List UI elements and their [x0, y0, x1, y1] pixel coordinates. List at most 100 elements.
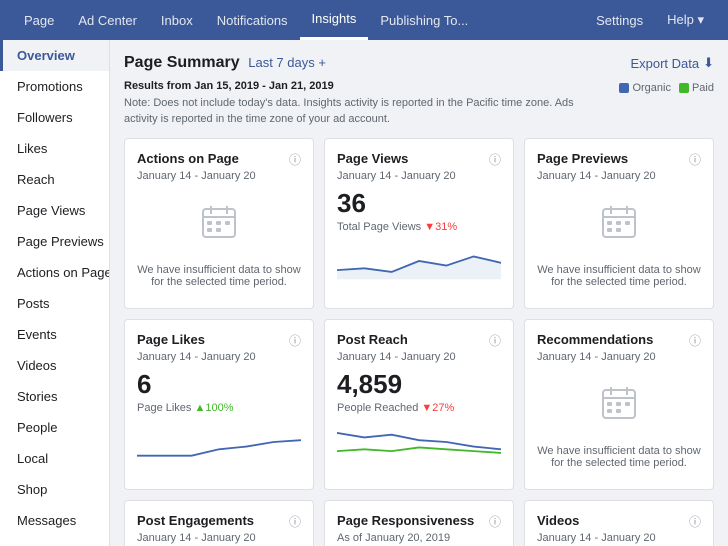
paid-label: Paid	[692, 80, 714, 97]
nav-insights[interactable]: Insights	[300, 0, 369, 40]
paid-dot	[679, 83, 689, 93]
summary-title: Page Summary Last 7 days +	[124, 54, 326, 72]
sidebar-item-promotions[interactable]: Promotions	[0, 71, 109, 102]
metric-date: January 14 - January 20	[137, 351, 301, 363]
sidebar-item-followers[interactable]: Followers	[0, 102, 109, 133]
sidebar: Overview Promotions Followers Likes Reac…	[0, 40, 110, 546]
metric-date: January 14 - January 20	[137, 532, 301, 544]
legend-organic: Organic	[619, 80, 671, 97]
note-text: Results from Jan 15, 2019 - Jan 21, 2019…	[124, 78, 609, 128]
metric-card-post-engagements: Post Engagements ⓘ January 14 - January …	[124, 500, 314, 546]
sidebar-item-posts[interactable]: Posts	[0, 288, 109, 319]
metric-header: Actions on Page ⓘ	[137, 151, 301, 168]
sidebar-item-page-views[interactable]: Page Views	[0, 195, 109, 226]
page-likes-chart	[137, 422, 301, 462]
main-content: Page Summary Last 7 days + Export Data ⬇…	[110, 40, 728, 546]
sidebar-item-page-previews[interactable]: Page Previews	[0, 226, 109, 257]
info-icon[interactable]: ⓘ	[689, 513, 701, 530]
metric-header: Recommendations ⓘ	[537, 332, 701, 349]
nav-help[interactable]: Help ▾	[655, 0, 716, 40]
sidebar-item-videos[interactable]: Videos	[0, 350, 109, 381]
info-icon[interactable]: ⓘ	[289, 332, 301, 349]
legend: Organic Paid	[619, 80, 714, 97]
sidebar-item-likes[interactable]: Likes	[0, 133, 109, 164]
metric-card-page-views: Page Views ⓘ January 14 - January 20 36 …	[324, 138, 514, 309]
metric-header: Page Previews ⓘ	[537, 151, 701, 168]
metric-date: January 14 - January 20	[337, 351, 501, 363]
metric-date: January 14 - January 20	[537, 351, 701, 363]
info-icon[interactable]: ⓘ	[289, 513, 301, 530]
info-icon[interactable]: ⓘ	[489, 513, 501, 530]
download-icon: ⬇	[703, 55, 714, 71]
sidebar-item-overview[interactable]: Overview	[0, 40, 109, 71]
metric-title: Recommendations	[537, 332, 653, 347]
legend-paid: Paid	[679, 80, 714, 97]
main-layout: Overview Promotions Followers Likes Reac…	[0, 40, 728, 546]
top-nav: Page Ad Center Inbox Notifications Insig…	[0, 0, 728, 40]
metric-title: Page Previews	[537, 151, 628, 166]
metric-value: 4,859	[337, 369, 501, 400]
sidebar-item-reach[interactable]: Reach	[0, 164, 109, 195]
metric-title: Page Views	[337, 151, 408, 166]
metric-date: January 14 - January 20	[337, 170, 501, 182]
organic-dot	[619, 83, 629, 93]
metric-header: Page Views ⓘ	[337, 151, 501, 168]
metric-title: Videos	[537, 513, 579, 528]
nav-notifications[interactable]: Notifications	[205, 0, 300, 40]
info-icon[interactable]: ⓘ	[689, 332, 701, 349]
export-data-button[interactable]: Export Data ⬇	[630, 55, 714, 71]
info-icon[interactable]: ⓘ	[489, 332, 501, 349]
metric-header: Videos ⓘ	[537, 513, 701, 530]
nav-page[interactable]: Page	[12, 0, 66, 40]
calendar-icon	[601, 385, 637, 421]
metric-card-page-previews: Page Previews ⓘ January 14 - January 20	[524, 138, 714, 309]
post-reach-chart	[337, 422, 501, 462]
metric-title: Post Reach	[337, 332, 408, 347]
info-icon[interactable]: ⓘ	[289, 151, 301, 168]
metric-sub-label: People Reached ▼27%	[337, 402, 501, 414]
metric-card-videos: Videos ⓘ January 14 - January 20 131 Tot…	[524, 500, 714, 546]
insufficient-block: We have insufficient data to show for th…	[137, 188, 301, 296]
sidebar-item-shop[interactable]: Shop	[0, 474, 109, 505]
sidebar-item-stories[interactable]: Stories	[0, 381, 109, 412]
nav-settings[interactable]: Settings	[584, 0, 655, 40]
sidebar-item-events[interactable]: Events	[0, 319, 109, 350]
date-range-selector[interactable]: Last 7 days +	[248, 55, 326, 70]
metric-header: Post Engagements ⓘ	[137, 513, 301, 530]
sidebar-item-actions-on-page[interactable]: Actions on Page	[0, 257, 109, 288]
metric-date: January 14 - January 20	[537, 170, 701, 182]
metric-card-page-responsiveness: Page Responsiveness ⓘ As of January 20, …	[324, 500, 514, 546]
insufficient-block: We have insufficient data to show for th…	[537, 188, 701, 296]
metric-title: Post Engagements	[137, 513, 254, 528]
metric-title: Page Responsiveness	[337, 513, 474, 528]
page-views-chart	[337, 241, 501, 281]
info-icon[interactable]: ⓘ	[489, 151, 501, 168]
insufficient-block: We have insufficient data to show for th…	[537, 369, 701, 477]
nav-inbox[interactable]: Inbox	[149, 0, 205, 40]
metric-change: ▼27%	[421, 402, 454, 414]
summary-header: Page Summary Last 7 days + Export Data ⬇	[124, 54, 714, 72]
metric-title: Actions on Page	[137, 151, 239, 166]
organic-label: Organic	[632, 80, 671, 97]
sidebar-item-people[interactable]: People	[0, 412, 109, 443]
metric-date: January 14 - January 20	[137, 170, 301, 182]
metric-sub-label: Total Page Views ▼31%	[337, 221, 501, 233]
info-icon[interactable]: ⓘ	[689, 151, 701, 168]
insufficient-text: We have insufficient data to show for th…	[537, 445, 701, 469]
sidebar-item-messages[interactable]: Messages	[0, 505, 109, 536]
nav-ad-center[interactable]: Ad Center	[66, 0, 149, 40]
metrics-grid: Actions on Page ⓘ January 14 - January 2…	[124, 138, 714, 546]
metric-card-post-reach: Post Reach ⓘ January 14 - January 20 4,8…	[324, 319, 514, 490]
sidebar-item-local[interactable]: Local	[0, 443, 109, 474]
metric-change: ▲100%	[194, 402, 233, 414]
metric-card-actions-on-page: Actions on Page ⓘ January 14 - January 2…	[124, 138, 314, 309]
insufficient-text: We have insufficient data to show for th…	[537, 264, 701, 288]
sidebar-item-api[interactable]: API	[0, 536, 109, 546]
metric-date: January 14 - January 20	[537, 532, 701, 544]
export-label: Export Data	[630, 56, 699, 71]
nav-publishing[interactable]: Publishing To...	[368, 0, 480, 40]
metric-header: Page Likes ⓘ	[137, 332, 301, 349]
calendar-icon	[601, 204, 637, 240]
metric-card-page-likes: Page Likes ⓘ January 14 - January 20 6 P…	[124, 319, 314, 490]
metric-value: 36	[337, 188, 501, 219]
